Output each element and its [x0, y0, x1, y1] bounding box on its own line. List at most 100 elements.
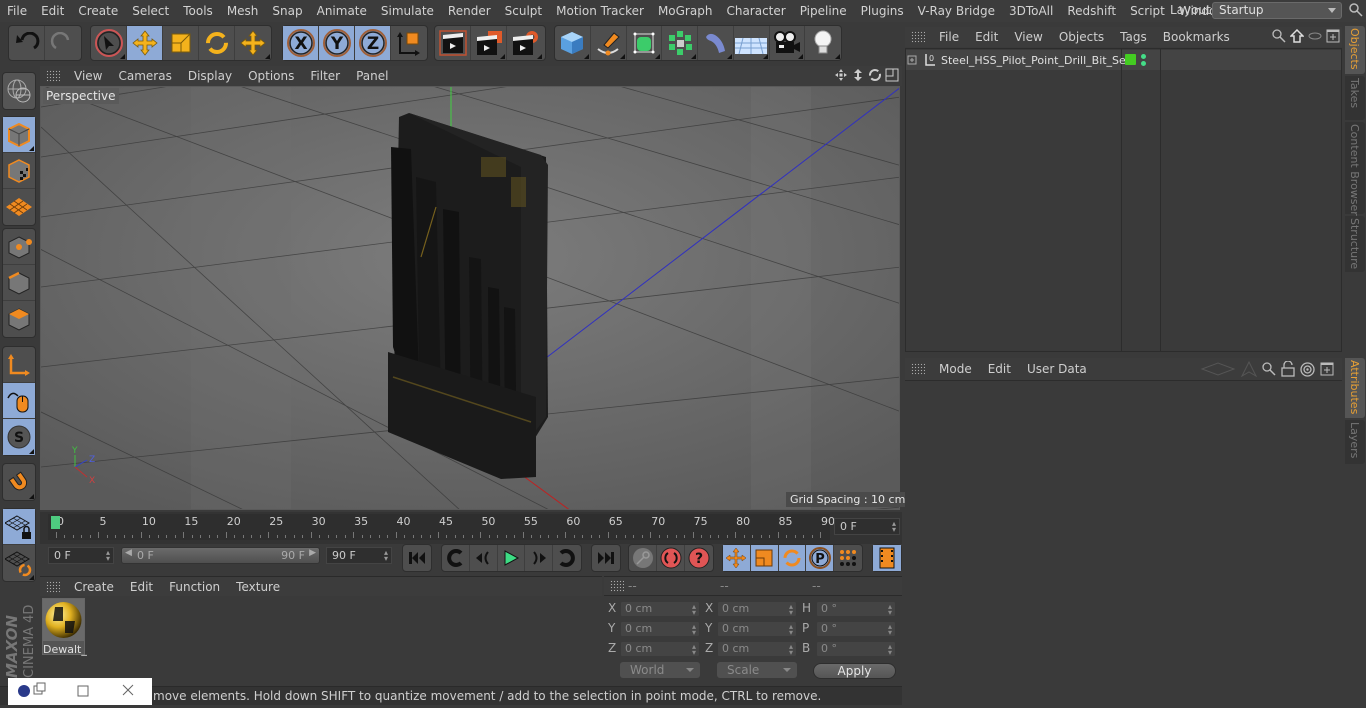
tab-takes[interactable]: Takes — [1345, 76, 1365, 120]
material-menu-edit[interactable]: Edit — [122, 580, 161, 594]
menu-mesh[interactable]: Mesh — [220, 0, 266, 22]
pos-y-field[interactable]: 0 cm ▴ ▾ — [620, 621, 700, 637]
om-menu-bookmarks[interactable]: Bookmarks — [1155, 30, 1238, 44]
om-menu-view[interactable]: View — [1006, 30, 1050, 44]
object-name[interactable]: Steel_HSS_Pilot_Point_Drill_Bit_Set — [941, 54, 1130, 67]
back-arrow-icon[interactable] — [1200, 362, 1236, 376]
material-menu-function[interactable]: Function — [161, 580, 228, 594]
search-icon[interactable] — [1262, 362, 1276, 376]
pos-x-field[interactable]: 0 cm ▴ ▾ — [620, 601, 700, 617]
prev-key-button[interactable] — [442, 545, 470, 571]
rot-h-field[interactable]: 0 ° ▴ ▾ — [816, 601, 896, 617]
apply-button[interactable]: Apply — [813, 663, 896, 679]
pen-spline-button[interactable] — [591, 26, 627, 60]
subdivision-surface-button[interactable] — [627, 26, 663, 60]
make-editable-button[interactable] — [3, 73, 35, 109]
om-menu-file[interactable]: File — [931, 30, 967, 44]
panel-grip[interactable] — [911, 31, 925, 43]
tweak-mode-button[interactable] — [3, 383, 35, 419]
texture-mode-button[interactable] — [3, 153, 35, 189]
target-icon[interactable] — [1300, 361, 1315, 377]
unlock-icon[interactable] — [1281, 361, 1295, 377]
rotate-view-icon[interactable] — [868, 68, 882, 82]
bend-deformer-button[interactable] — [698, 26, 734, 60]
material-menu-create[interactable]: Create — [66, 580, 122, 594]
layer-color-swatch[interactable] — [1125, 54, 1136, 65]
camera-button[interactable] — [770, 26, 806, 60]
lock-workplane-button[interactable] — [3, 509, 35, 545]
ellipse-icon[interactable] — [1308, 29, 1322, 43]
render-to-picture-viewer-button[interactable] — [471, 26, 507, 60]
light-button[interactable] — [805, 26, 841, 60]
restore-icon[interactable] — [33, 682, 46, 695]
snap-button[interactable] — [3, 464, 35, 500]
menu-redshift[interactable]: Redshift — [1060, 0, 1123, 22]
autokey-button[interactable] — [657, 545, 685, 571]
current-frame-marker[interactable] — [51, 516, 60, 529]
points-mode-button[interactable] — [3, 229, 35, 265]
model-mode-button[interactable] — [3, 117, 35, 153]
size-x-field[interactable]: 0 cm ▴ ▾ — [717, 601, 797, 617]
y-axis-button[interactable]: Y — [319, 26, 355, 60]
next-frame-button[interactable] — [525, 545, 554, 571]
up-arrow-icon[interactable] — [1241, 361, 1257, 377]
om-menu-objects[interactable]: Objects — [1051, 30, 1112, 44]
range-right-arrow-icon[interactable]: ▶ — [309, 548, 316, 558]
om-menu-edit[interactable]: Edit — [967, 30, 1006, 44]
menu-tools[interactable]: Tools — [176, 0, 220, 22]
keyframe-selection-button[interactable]: ? — [685, 545, 713, 571]
solo-button[interactable]: S — [3, 419, 35, 455]
polygons-mode-button[interactable] — [3, 301, 35, 337]
redo-button[interactable] — [45, 26, 81, 60]
last-tool-button[interactable] — [235, 26, 271, 60]
coordinate-mode-select[interactable]: World — [620, 662, 700, 678]
menu-sculpt[interactable]: Sculpt — [498, 0, 549, 22]
3d-viewport[interactable]: Y Z X — [40, 86, 900, 510]
render-settings-button[interactable] — [507, 26, 543, 60]
menu-mograph[interactable]: MoGraph — [651, 0, 720, 22]
menu-motion-tracker[interactable]: Motion Tracker — [549, 0, 651, 22]
viewport-menu-view[interactable]: View — [66, 69, 110, 83]
size-z-field[interactable]: 0 cm ▴ ▾ — [717, 641, 797, 657]
menu-plugins[interactable]: Plugins — [854, 0, 911, 22]
panel-grip[interactable] — [610, 580, 624, 592]
x-axis-button[interactable]: X — [283, 26, 319, 60]
viewport-menu-options[interactable]: Options — [240, 69, 302, 83]
z-axis-button[interactable]: Z — [355, 26, 391, 60]
prev-frame-button[interactable] — [470, 545, 498, 571]
viewport-menu-display[interactable]: Display — [180, 69, 240, 83]
pan-icon[interactable] — [834, 68, 848, 82]
pos-z-field[interactable]: 0 cm ▴ ▾ — [620, 641, 700, 657]
viewport-menu-filter[interactable]: Filter — [302, 69, 348, 83]
goto-end-button[interactable] — [592, 545, 620, 571]
new-window-icon[interactable] — [1320, 362, 1334, 376]
menu-render[interactable]: Render — [441, 0, 498, 22]
am-menu-user-data[interactable]: User Data — [1019, 362, 1095, 376]
close-icon[interactable] — [122, 684, 134, 696]
timeline-ruler[interactable]: 0 5 10 15 20 25 30 35 40 45 50 55 60 65 70 75 80 85 90 — [48, 514, 835, 540]
key-scale-button[interactable] — [750, 545, 779, 571]
goto-start-button[interactable] — [403, 545, 431, 571]
tab-objects[interactable]: Objects — [1345, 26, 1365, 74]
home-icon[interactable] — [1290, 29, 1304, 43]
maximize-icon[interactable] — [77, 685, 89, 697]
range-left-arrow-icon[interactable]: ◀ — [125, 548, 132, 558]
menu-animate[interactable]: Animate — [310, 0, 374, 22]
transform-mode-select[interactable]: Scale — [717, 662, 797, 678]
key-rotation-button[interactable] — [778, 545, 807, 571]
key-pla-button[interactable] — [834, 545, 862, 571]
menu-file[interactable]: File — [0, 0, 34, 22]
render-visibility-dot[interactable] — [1141, 61, 1146, 66]
record-active-button[interactable] — [629, 545, 657, 571]
zoom-view-icon[interactable] — [851, 68, 865, 82]
rotate-tool-button[interactable] — [199, 26, 235, 60]
end-frame-field[interactable]: 90 F ▴ ▾ — [326, 547, 392, 564]
maximize-view-icon[interactable] — [885, 68, 899, 82]
viewport-menu-panel[interactable]: Panel — [348, 69, 396, 83]
undo-button[interactable] — [9, 26, 45, 60]
coordinate-system-button[interactable] — [391, 26, 427, 60]
enable-axis-button[interactable] — [3, 347, 35, 383]
live-selection-button[interactable] — [91, 26, 127, 60]
play-button[interactable] — [498, 545, 526, 571]
am-menu-edit[interactable]: Edit — [980, 362, 1019, 376]
